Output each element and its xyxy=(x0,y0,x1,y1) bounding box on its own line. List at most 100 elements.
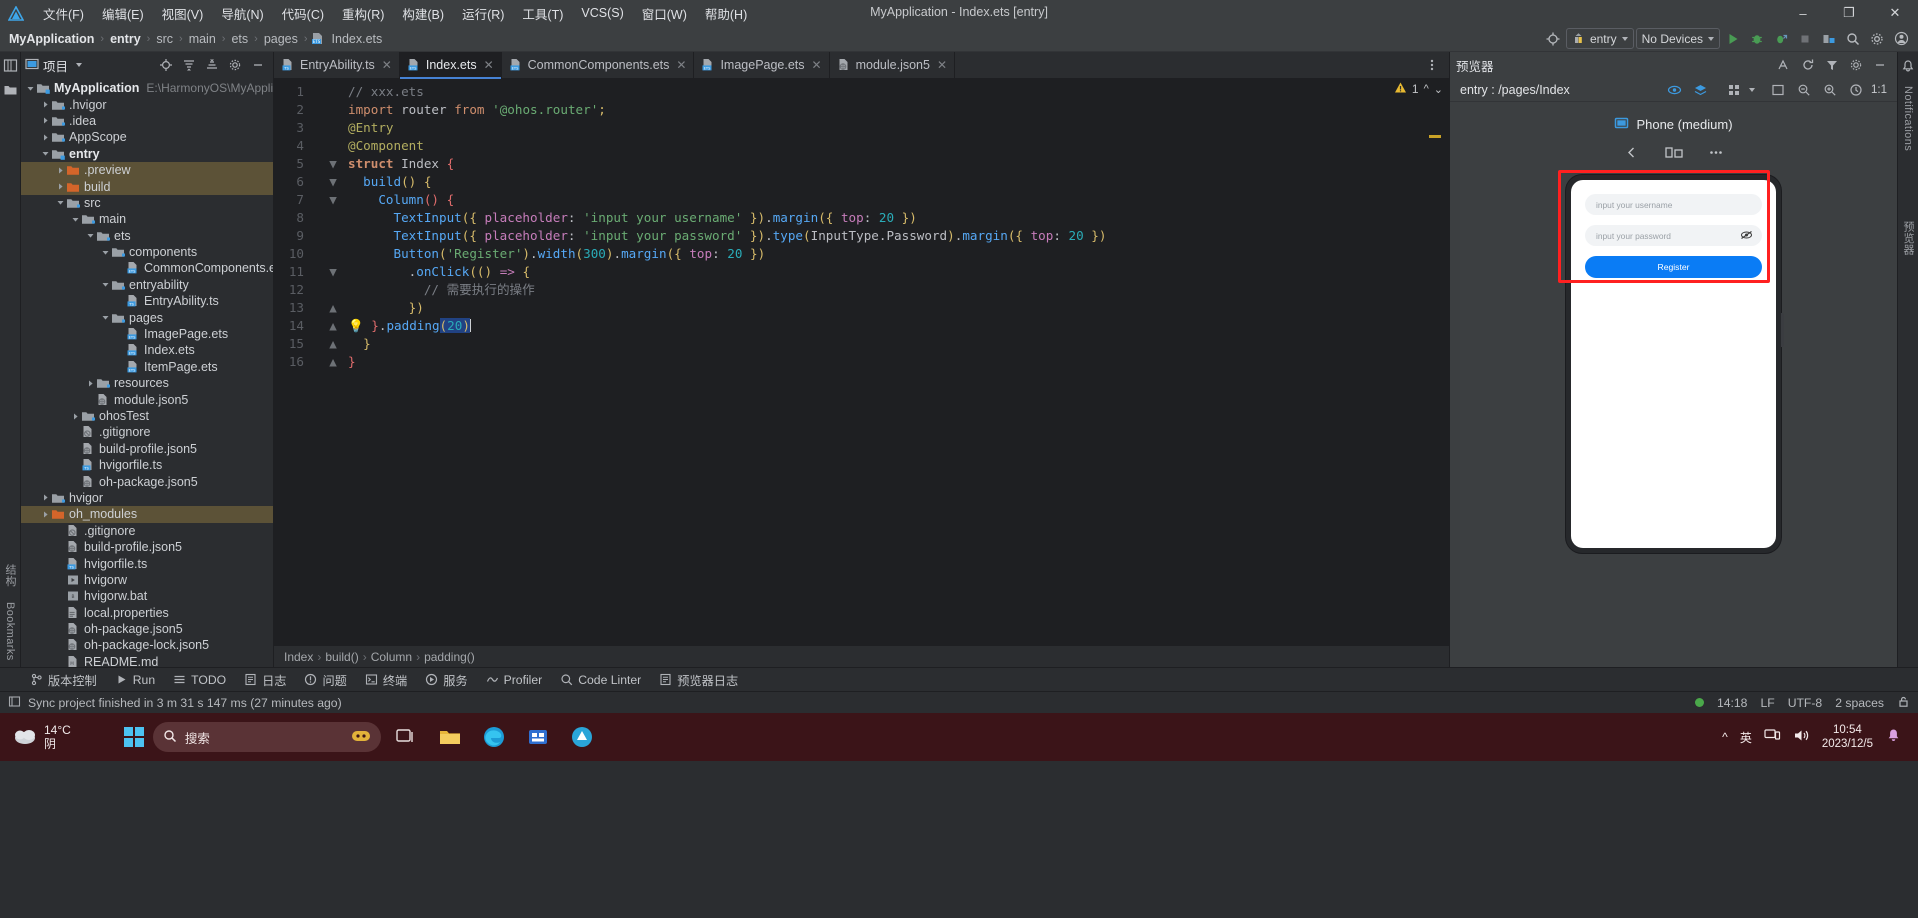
device-manager-icon[interactable] xyxy=(1818,28,1840,50)
menu-window[interactable]: 窗口(W) xyxy=(633,2,696,25)
tree-node-entryability-ts[interactable]: TS EntryAbility.ts xyxy=(21,293,273,309)
hide-panel-icon[interactable] xyxy=(1869,54,1891,76)
device-screen[interactable]: input your username input your password … xyxy=(1571,180,1776,548)
gear-icon[interactable] xyxy=(1866,28,1888,50)
tree-node--hvigor[interactable]: .hvigor xyxy=(21,96,273,112)
account-icon[interactable] xyxy=(1890,28,1912,50)
gear-icon[interactable] xyxy=(1845,54,1867,76)
close-tab-icon[interactable]: ✕ xyxy=(484,58,494,72)
bottom-tab-terminal[interactable]: 终端 xyxy=(357,669,415,691)
device-selector[interactable]: No Devices xyxy=(1635,28,1720,49)
menu-code[interactable]: 代码(C) xyxy=(273,2,333,25)
run-config-selector[interactable]: entry xyxy=(1565,28,1634,49)
indent-setting[interactable]: 2 spaces xyxy=(1835,696,1884,710)
tree-node-local-properties[interactable]: local.properties xyxy=(21,605,273,621)
tree-node-build[interactable]: build xyxy=(21,178,273,195)
previewer-rail-label[interactable]: 预览器 xyxy=(1900,221,1916,255)
tree-node-build-profile-json5[interactable]: build-profile.json5 xyxy=(21,441,273,457)
close-button[interactable]: ✕ xyxy=(1872,0,1918,26)
tree-node-appscope[interactable]: AppScope xyxy=(21,129,273,145)
tree-node-entryability[interactable]: entryability xyxy=(21,277,273,293)
tree-node-src[interactable]: src xyxy=(21,195,273,211)
notifications-icon[interactable] xyxy=(1899,56,1918,75)
microsoft-store-icon[interactable] xyxy=(519,718,557,756)
bottom-tab-branch[interactable]: 版本控制 xyxy=(22,669,105,691)
editor-tab-imagepage-ets[interactable]: ETS ImagePage.ets ✕ xyxy=(694,51,830,79)
editor-breadcrumb-3[interactable]: padding() xyxy=(424,650,475,664)
editor-breadcrumb-2[interactable]: Column xyxy=(371,650,412,664)
project-file-tree[interactable]: MyApplication E:\HarmonyOS\MyApplicatio .h… xyxy=(21,78,273,667)
app-icon[interactable] xyxy=(563,718,601,756)
tree-node-main[interactable]: main xyxy=(21,211,273,227)
tree-node-oh-modules[interactable]: oh_modules xyxy=(21,506,273,523)
menu-help[interactable]: 帮助(H) xyxy=(696,2,756,25)
search-icon[interactable] xyxy=(1842,28,1864,50)
bottom-tab-log[interactable]: 日志 xyxy=(236,669,294,691)
close-tab-icon[interactable]: ✕ xyxy=(382,58,392,72)
refresh-icon[interactable] xyxy=(1797,54,1819,76)
inspection-widget[interactable]: 1 ^ ⌄ xyxy=(1394,81,1443,97)
tree-node-readme-md[interactable]: M README.md xyxy=(21,654,273,667)
chevron-down-icon[interactable] xyxy=(1749,87,1755,92)
tree-node-pages[interactable]: pages xyxy=(21,309,273,325)
tree-node-hvigorfile-ts[interactable]: TS hvigorfile.ts xyxy=(21,555,273,571)
breadcrumb-item-4[interactable]: ets xyxy=(228,31,251,47)
tree-node-resources[interactable]: resources xyxy=(21,375,273,391)
caret-position[interactable]: 14:18 xyxy=(1717,696,1748,710)
code-editor[interactable]: 1 ^ ⌄ 1 // xxx.ets 2 import router from … xyxy=(274,79,1449,645)
copilot-icon[interactable] xyxy=(351,728,371,747)
tree-node-module-json5[interactable]: module.json5 xyxy=(21,391,273,407)
hide-panel-icon[interactable] xyxy=(247,54,269,76)
notifications-rail-label[interactable]: Notifications xyxy=(1902,86,1914,151)
tree-node-commoncomponents-ets[interactable]: ETS CommonComponents.ets xyxy=(21,260,273,276)
more-options-icon[interactable] xyxy=(1701,141,1731,163)
editor-tab-bar[interactable]: TS EntryAbility.ts ✕ ETS Index.ets ✕ ETS Common… xyxy=(274,51,1449,79)
tree-node-index-ets[interactable]: ETS Index.ets xyxy=(21,342,273,358)
multi-device-icon[interactable] xyxy=(1653,141,1695,163)
tree-node-ets[interactable]: ets xyxy=(21,228,273,244)
profile-button[interactable] xyxy=(1770,28,1792,50)
taskbar-search-box[interactable]: 搜索 xyxy=(152,722,381,752)
status-message[interactable]: Sync project finished in 3 m 31 s 147 ms… xyxy=(28,696,342,710)
password-input[interactable]: input your password xyxy=(1585,225,1762,246)
bottom-tool-window-bar[interactable]: 版本控制 Run TODO 日志 问题 终端 服务 Profiler Code Linter 预览… xyxy=(0,667,1918,691)
tree-node-hvigorfile-ts[interactable]: TS hvigorfile.ts xyxy=(21,457,273,473)
fit-screen-icon[interactable] xyxy=(1767,79,1789,101)
chevron-right-icon[interactable] xyxy=(55,181,66,192)
tree-node-myapplication[interactable]: MyApplication E:\HarmonyOS\MyApplicatio xyxy=(21,80,273,96)
bottom-tab-preview-log[interactable]: 预览器日志 xyxy=(651,669,746,691)
reset-zoom-icon[interactable] xyxy=(1845,79,1867,101)
editor-tab-module-json5[interactable]: module.json5 ✕ xyxy=(830,51,956,79)
source-code[interactable]: 1 // xxx.ets 2 import router from '@ohos… xyxy=(274,79,1449,371)
chevron-down-icon[interactable] xyxy=(76,63,83,67)
tree-node-hvigorw[interactable]: hvigorw xyxy=(21,572,273,588)
stop-button[interactable] xyxy=(1794,28,1816,50)
chevron-down-icon[interactable] xyxy=(100,312,111,323)
chevron-down-icon[interactable] xyxy=(85,230,96,241)
bottom-tab-play[interactable]: Run xyxy=(107,671,163,689)
edge-browser-icon[interactable] xyxy=(475,718,513,756)
close-tab-icon[interactable]: ✕ xyxy=(812,58,822,72)
chevron-right-icon[interactable] xyxy=(40,115,51,126)
zoom-ratio-label[interactable]: 1:1 xyxy=(1871,84,1887,96)
more-tabs-icon[interactable] xyxy=(1421,54,1443,76)
menu-file[interactable]: 文件(F) xyxy=(34,2,93,25)
eye-icon[interactable] xyxy=(1663,79,1685,101)
chevron-right-icon[interactable] xyxy=(70,411,81,422)
menu-refactor[interactable]: 重构(R) xyxy=(333,2,393,25)
collapse-all-icon[interactable] xyxy=(201,54,223,76)
eye-off-icon[interactable] xyxy=(1740,229,1753,243)
debug-button[interactable] xyxy=(1746,28,1768,50)
layout-inspector-icon[interactable] xyxy=(1773,54,1795,76)
chevron-right-icon[interactable] xyxy=(55,165,66,176)
line-separator[interactable]: LF xyxy=(1760,696,1774,710)
tree-node-entry[interactable]: entry xyxy=(21,146,273,162)
chevron-down-icon[interactable] xyxy=(40,148,51,159)
network-icon[interactable] xyxy=(1764,728,1781,746)
tree-node-oh-package-json5[interactable]: oh-package.json5 xyxy=(21,621,273,637)
editor-breadcrumb[interactable]: Index › build() › Column › padding() xyxy=(274,645,1449,667)
tree-node-ohostest[interactable]: ohosTest xyxy=(21,408,273,424)
weather-widget[interactable]: 14°C 阴 xyxy=(6,723,77,751)
tree-node-components[interactable]: components xyxy=(21,244,273,260)
tree-node-oh-package-lock-json5[interactable]: oh-package-lock.json5 xyxy=(21,637,273,653)
